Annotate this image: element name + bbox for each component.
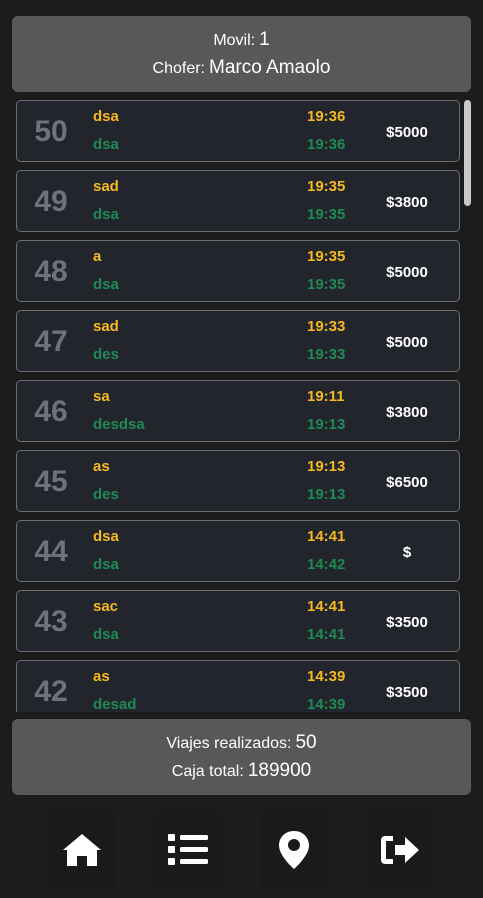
trip-price: $3800 [386,403,428,421]
logout-button[interactable] [366,808,434,892]
caja-label: Caja total: [171,763,244,780]
trip-list[interactable]: 50 dsa dsa 19:36 19:36 $5000 49 sad dsa … [0,98,483,712]
trip-price: $5000 [386,333,428,351]
trip-price: $6500 [386,473,428,491]
trip-card[interactable]: 46 sa desdsa 19:11 19:13 $3800 [16,380,460,442]
trip-origin: as [93,668,110,685]
map-pin-icon [279,831,309,869]
chofer-value: Marco Amaolo [209,57,331,78]
trip-destination: dsa [93,626,119,643]
trip-card[interactable]: 47 sad des 19:33 19:33 $5000 [16,310,460,372]
trip-start-time: 19:36 [307,108,346,125]
trip-number: 42 [34,675,68,708]
viajes-label: Viajes realizados: [166,735,292,752]
trip-origin: dsa [93,108,119,125]
trip-origin: dsa [93,528,119,545]
trip-number: 50 [34,115,68,148]
trip-start-time: 19:35 [307,248,346,265]
trip-destination: desad [93,696,137,712]
trip-origin: a [93,248,102,265]
list-button[interactable] [154,808,222,892]
trip-end-time: 14:39 [307,696,346,712]
trip-start-time: 14:39 [307,668,346,685]
trip-card[interactable]: 44 dsa dsa 14:41 14:42 $ [16,520,460,582]
trip-number: 45 [34,465,68,498]
trip-destination: des [93,346,119,363]
trip-origin: sac [93,598,119,615]
chofer-line: Chofer: Marco Amaolo [153,57,331,79]
trip-price: $3500 [386,613,428,631]
caja-line: Caja total: 189900 [172,760,311,782]
movil-label: Movil: [213,32,256,49]
trip-number: 43 [34,605,68,638]
viajes-line: Viajes realizados: 50 [166,732,316,754]
trip-price: $5000 [386,263,428,281]
trip-destination: dsa [93,136,119,153]
trip-number: 49 [34,185,68,218]
trip-end-time: 14:42 [307,556,346,573]
map-button[interactable] [260,808,328,892]
list-scrollbar[interactable] [464,100,471,206]
trip-destination: dsa [93,206,119,223]
trip-destination: dsa [93,556,119,573]
trip-price: $ [402,543,412,561]
trip-price: $3800 [386,193,428,211]
trip-start-time: 19:35 [307,178,346,195]
trip-start-time: 14:41 [307,598,346,615]
chofer-label: Chofer: [152,60,205,77]
trip-summary-header: Movil: 1 Chofer: Marco Amaolo [12,16,471,92]
trip-origin: sad [93,178,119,195]
logout-icon [381,836,419,864]
trip-origin: as [93,458,110,475]
trip-start-time: 19:33 [307,318,346,335]
trip-end-time: 19:35 [307,276,346,293]
trip-destination: dsa [93,276,119,293]
trip-start-time: 14:41 [307,528,346,545]
movil-line: Movil: 1 [213,29,269,51]
trip-card[interactable]: 49 sad dsa 19:35 19:35 $3800 [16,170,460,232]
home-button[interactable] [48,808,116,892]
trip-number: 46 [34,395,68,428]
trip-price: $3500 [386,683,428,701]
trip-number: 47 [34,325,68,358]
trip-price: $5000 [386,123,428,141]
trip-card[interactable]: 43 sac dsa 14:41 14:41 $3500 [16,590,460,652]
trip-start-time: 19:11 [307,388,345,405]
trip-destination: des [93,486,119,503]
home-icon [63,834,101,866]
trip-card[interactable]: 42 as desad 14:39 14:39 $3500 [16,660,460,712]
trip-end-time: 14:41 [307,626,346,643]
viajes-value: 50 [295,732,317,753]
trip-end-time: 19:36 [307,136,346,153]
caja-value: 189900 [247,760,312,781]
trip-card[interactable]: 48 a dsa 19:35 19:35 $5000 [16,240,460,302]
trip-start-time: 19:13 [307,458,346,475]
trip-origin: sa [93,388,110,405]
trip-card[interactable]: 50 dsa dsa 19:36 19:36 $5000 [16,100,460,162]
movil-value: 1 [259,29,270,50]
trip-end-time: 19:33 [307,346,346,363]
trip-number: 48 [34,255,68,288]
trip-origin: sad [93,318,119,335]
bottom-nav [0,808,483,894]
trip-number: 44 [34,535,68,568]
trip-end-time: 19:13 [307,416,346,433]
trip-totals-footer: Viajes realizados: 50 Caja total: 189900 [12,719,471,795]
trip-end-time: 19:13 [307,486,346,503]
trip-end-time: 19:35 [307,206,346,223]
trip-destination: desdsa [93,416,145,433]
list-icon [168,834,208,865]
trip-card[interactable]: 45 as des 19:13 19:13 $6500 [16,450,460,512]
